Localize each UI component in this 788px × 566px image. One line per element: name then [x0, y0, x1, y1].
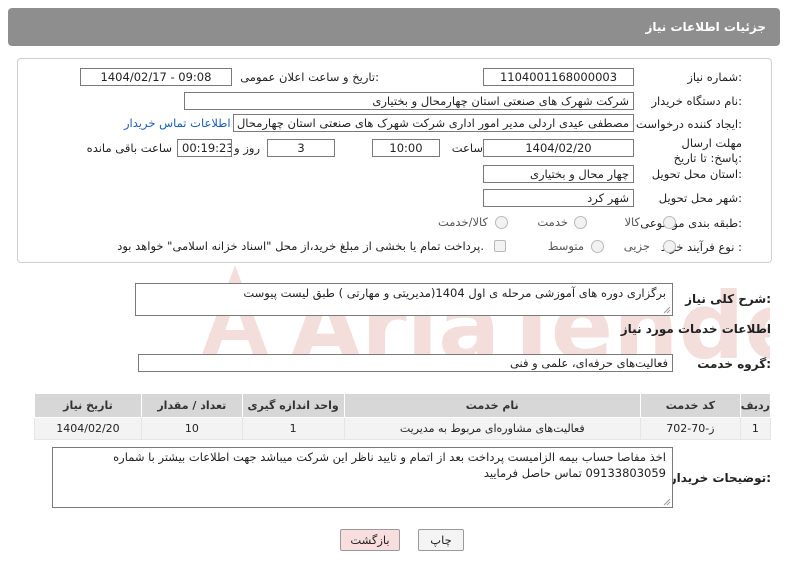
cell-name: فعالیت‌های مشاوره‌ای مربوط به مدیریت: [343, 417, 641, 440]
buyer-org-field[interactable]: شرکت شهرک های صنعتی استان چهارمحال و بخت…: [184, 92, 634, 110]
category-radio-goods-service[interactable]: [495, 216, 508, 229]
resize-handle-icon[interactable]: [663, 306, 671, 314]
services-table: ردیف کد خدمت نام خدمت واحد اندازه گیری ت…: [34, 393, 772, 440]
summary-textarea[interactable]: برگزاری دوره های آموزشی مرحله ی اول 1404…: [135, 283, 673, 316]
buyer-notes-textarea[interactable]: اخذ مفاصا حساب بیمه الزامیست پرداخت بعد …: [52, 447, 673, 508]
requester-field[interactable]: مصطفی عیدی اردلی مدیر امور اداری شرکت شه…: [233, 114, 634, 132]
col-unit-header: واحد اندازه گیری: [241, 393, 345, 418]
deadline-time-label: ساعت: [451, 141, 483, 155]
col-code-header: کد خدمت: [639, 393, 741, 418]
cell-code: ز-70-702: [639, 417, 741, 440]
back-button[interactable]: بازگشت: [340, 529, 400, 551]
table-header-row: ردیف کد خدمت نام خدمت واحد اندازه گیری ت…: [34, 393, 772, 418]
announce-datetime-field[interactable]: 1404/02/17 - 09:08: [80, 68, 232, 86]
buyer-notes-label: توضیحات خریدار:: [669, 471, 771, 485]
need-number-label: شماره نیاز:: [687, 70, 742, 84]
services-section-title: اطلاعات خدمات مورد نیاز: [620, 322, 771, 336]
resize-handle-icon[interactable]: [663, 498, 671, 506]
col-qty-header: تعداد / مقدار: [140, 393, 243, 418]
summary-label: شرح کلی نیاز:: [685, 292, 771, 306]
remaining-time-field[interactable]: 00:19:23: [177, 139, 232, 157]
days-field[interactable]: 3: [267, 139, 335, 157]
deadline-label: مهلت ارسال پاسخ: تا تاریخ:: [673, 136, 742, 165]
page-header: جزئیات اطلاعات نیاز: [8, 8, 780, 46]
service-group-field[interactable]: فعالیت‌های حرفه‌ای، علمی و فنی: [138, 354, 673, 372]
category-radio-service[interactable]: [574, 216, 587, 229]
service-group-label: گروه خدمت:: [697, 357, 771, 371]
need-number-field[interactable]: 1104001168000003: [483, 68, 634, 86]
cell-qty: 10: [140, 417, 243, 440]
page-title: جزئیات اطلاعات نیاز: [645, 20, 766, 34]
province-label: استان محل تحویل:: [651, 167, 742, 181]
city-label: شهر محل تحویل:: [658, 191, 742, 205]
col-row-header: ردیف: [739, 393, 772, 418]
cell-row: 1: [739, 417, 772, 440]
buyer-notes-text: اخذ مفاصا حساب بیمه الزامیست پرداخت بعد …: [113, 450, 666, 480]
deadline-date-field[interactable]: 1404/02/20: [483, 139, 634, 157]
cell-unit: 1: [241, 417, 345, 440]
province-field[interactable]: چهار محال و بختیاری: [483, 165, 634, 183]
remaining-time-label: ساعت باقی مانده: [86, 141, 172, 155]
city-field[interactable]: شهر کرد: [483, 189, 634, 207]
deadline-time-field[interactable]: 10:00: [372, 139, 440, 157]
category-label: طبقه بندی موضوعی:: [640, 216, 742, 230]
buyer-org-label: نام دستگاه خریدار:: [651, 94, 742, 108]
category-radio-goods[interactable]: [663, 216, 676, 229]
category-option-service: خدمت: [537, 215, 568, 229]
requester-label: ایجاد کننده درخواست:: [636, 117, 742, 131]
days-label: روز و: [234, 141, 260, 155]
col-date-header: تاریخ نیاز: [34, 393, 142, 418]
cell-date: 1404/02/20: [34, 417, 142, 440]
col-name-header: نام خدمت: [343, 393, 641, 418]
summary-text: برگزاری دوره های آموزشی مرحله ی اول 1404…: [243, 286, 666, 300]
announce-datetime-label: تاریخ و ساعت اعلان عمومی:: [240, 70, 379, 84]
table-row[interactable]: 1 ز-70-702 فعالیت‌های مشاوره‌ای مربوط به…: [34, 417, 772, 440]
category-option-goods: کالا: [624, 215, 640, 229]
print-button[interactable]: چاپ: [418, 529, 464, 551]
buyer-contact-link[interactable]: اطلاعات تماس خریدار: [124, 116, 231, 130]
category-option-goods-service: کالا/خدمت: [437, 215, 488, 229]
